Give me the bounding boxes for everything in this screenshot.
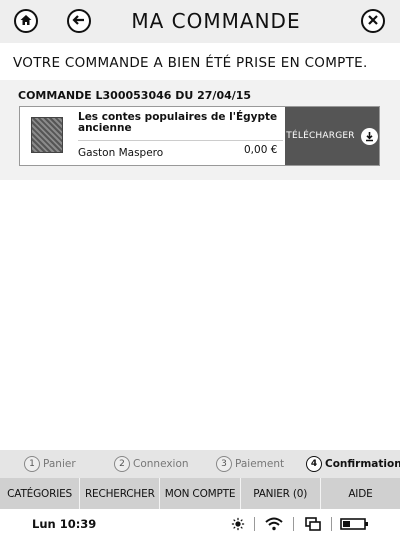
nav-cart[interactable]: PANIER (0) [241, 478, 321, 509]
status-bar: Lun 10:39 [0, 509, 400, 540]
order-title: COMMANDE L300053046 DU 27/04/15 [18, 89, 252, 102]
book-cover-image [31, 117, 63, 153]
back-arrow-icon [72, 12, 86, 31]
order-item-card: Les contes populaires de l'Égypte ancien… [19, 106, 380, 166]
back-button[interactable] [67, 9, 91, 33]
order-section: COMMANDE L300053046 DU 27/04/15 Les cont… [0, 80, 400, 180]
status-divider [293, 517, 294, 531]
step-label: Connexion [133, 458, 189, 470]
brightness-icon[interactable] [230, 516, 246, 532]
step-label: Confirmation [325, 458, 400, 470]
step-connexion: 2 Connexion [114, 454, 189, 474]
divider [78, 140, 283, 141]
status-divider [254, 517, 255, 531]
home-icon [19, 12, 33, 31]
step-panier: 1 Panier [24, 454, 76, 474]
nav-search[interactable]: RECHERCHER [80, 478, 161, 509]
sync-icon[interactable] [305, 516, 321, 532]
download-button[interactable]: TÉLÉCHARGER [285, 107, 379, 165]
checkout-steps: 1 Panier 2 Connexion 3 Paiement 4 Confir… [0, 450, 400, 478]
step-number: 4 [306, 456, 322, 472]
step-number: 2 [114, 456, 130, 472]
bottom-nav: CATÉGORIES RECHERCHER MON COMPTE PANIER … [0, 478, 400, 509]
step-confirmation: 4 Confirmation [306, 454, 400, 474]
nav-account[interactable]: MON COMPTE [160, 478, 241, 509]
step-number: 3 [216, 456, 232, 472]
clock: Lun 10:39 [32, 517, 97, 531]
battery-icon [340, 516, 370, 532]
download-label: TÉLÉCHARGER [286, 131, 355, 141]
nav-categories[interactable]: CATÉGORIES [0, 478, 81, 509]
book-price: 0,00 € [244, 144, 278, 156]
step-paiement: 3 Paiement [216, 454, 284, 474]
book-author: Gaston Maspero [78, 147, 164, 159]
wifi-icon[interactable] [265, 516, 283, 532]
header-bar: MA COMMANDE [0, 0, 400, 43]
book-title: Les contes populaires de l'Égypte ancien… [78, 111, 278, 134]
status-divider [331, 517, 332, 531]
step-number: 1 [24, 456, 40, 472]
step-label: Paiement [235, 458, 285, 470]
close-icon [366, 12, 380, 31]
step-label: Panier [43, 458, 76, 470]
confirmation-message: VOTRE COMMANDE A BIEN ÉTÉ PRISE EN COMPT… [13, 55, 368, 71]
nav-help[interactable]: AIDE [321, 478, 400, 509]
page-title: MA COMMANDE [131, 9, 301, 33]
home-button[interactable] [14, 9, 38, 33]
download-icon [360, 127, 378, 145]
close-button[interactable] [361, 9, 385, 33]
